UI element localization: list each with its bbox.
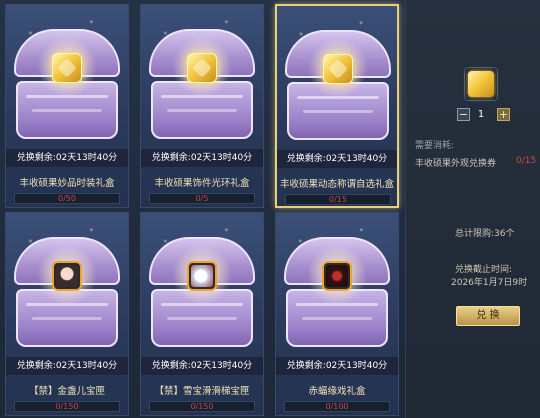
pet-portrait-icon xyxy=(187,261,217,291)
reward-card[interactable]: 兑换剩余:02天13时40分 丰收硕果饰件光环礼盒 0/5 xyxy=(140,4,264,208)
treasure-chest-image xyxy=(285,30,391,140)
total-limit: 总计限购:36个 xyxy=(455,229,515,239)
voucher-crate-icon[interactable] xyxy=(467,70,495,98)
card-name: 丰收硕果妙品时装礼盒 xyxy=(19,178,115,189)
exchange-progress: 0/5 xyxy=(149,193,255,204)
cost-item-name: 丰收硕果外观兑换券 xyxy=(415,159,497,169)
treasure-chest-image xyxy=(149,29,255,139)
deadline-value: 2026年1月7日9时 xyxy=(451,278,528,288)
progress-text: 0/50 xyxy=(58,194,76,203)
exchange-timer: 兑换剩余:02天13时40分 xyxy=(6,357,128,375)
character-portrait-icon xyxy=(52,261,82,291)
redeem-button[interactable]: 兑 换 xyxy=(456,306,520,326)
card-name: 丰收硕果饰件光环礼盒 xyxy=(154,178,250,189)
treasure-chest-image xyxy=(284,237,390,347)
progress-text: 0/100 xyxy=(325,402,349,411)
progress-text: 0/150 xyxy=(190,402,214,411)
exchange-timer: 兑换剩余:02天13时40分 xyxy=(276,357,398,375)
treasure-chest-image xyxy=(14,29,120,139)
progress-text: 0/15 xyxy=(329,195,347,204)
reward-card-selected[interactable]: 兑换剩余:02天13时40分 丰收硕果动态称谓自选礼盒 0/15 xyxy=(275,4,399,208)
card-name: 【禁】雪宝滑滑梯宝匣 xyxy=(154,386,250,397)
reward-card[interactable]: 兑换剩余:02天13时40分 丰收硕果妙品时装礼盒 0/50 xyxy=(5,4,129,208)
quantity-value[interactable]: 1 xyxy=(473,108,489,121)
progress-text: 0/150 xyxy=(55,402,79,411)
reward-card[interactable]: 兑换剩余:02天13时40分 【禁】金盏儿宝匣 0/150 xyxy=(5,212,129,416)
exchange-progress: 0/150 xyxy=(14,401,120,412)
quantity-plus-button[interactable]: + xyxy=(497,108,510,121)
card-name: 【禁】金盏儿宝匣 xyxy=(28,386,105,397)
exchange-progress: 0/50 xyxy=(14,193,120,204)
quantity-minus-button[interactable]: − xyxy=(457,108,470,121)
gold-crate-icon xyxy=(187,53,217,83)
reward-card[interactable]: 兑换剩余:02天13时40分 赤蝠缘戏礼盒 0/100 xyxy=(275,212,399,416)
exchange-timer: 兑换剩余:02天13时40分 xyxy=(277,150,397,168)
card-name: 赤蝠缘戏礼盒 xyxy=(308,386,366,397)
gold-crate-icon xyxy=(323,54,353,84)
exchange-progress: 0/15 xyxy=(285,194,391,205)
treasure-chest-image xyxy=(14,237,120,347)
card-name: 丰收硕果动态称谓自选礼盒 xyxy=(279,179,394,190)
exchange-detail-panel xyxy=(405,0,540,418)
deadline-label: 兑换截止时间: xyxy=(455,265,513,275)
gold-crate-icon xyxy=(52,53,82,83)
progress-text: 0/5 xyxy=(195,194,209,203)
reward-card[interactable]: 兑换剩余:02天13时40分 【禁】雪宝滑滑梯宝匣 0/150 xyxy=(140,212,264,416)
bat-portrait-icon xyxy=(322,261,352,291)
exchange-progress: 0/150 xyxy=(149,401,255,412)
exchange-timer: 兑换剩余:02天13时40分 xyxy=(141,357,263,375)
treasure-chest-image xyxy=(149,237,255,347)
exchange-timer: 兑换剩余:02天13时40分 xyxy=(6,149,128,167)
cost-label: 需要消耗: xyxy=(415,141,455,151)
cost-count: 0/15 xyxy=(516,156,537,166)
exchange-timer: 兑换剩余:02天13时40分 xyxy=(141,149,263,167)
exchange-progress: 0/100 xyxy=(284,401,390,412)
